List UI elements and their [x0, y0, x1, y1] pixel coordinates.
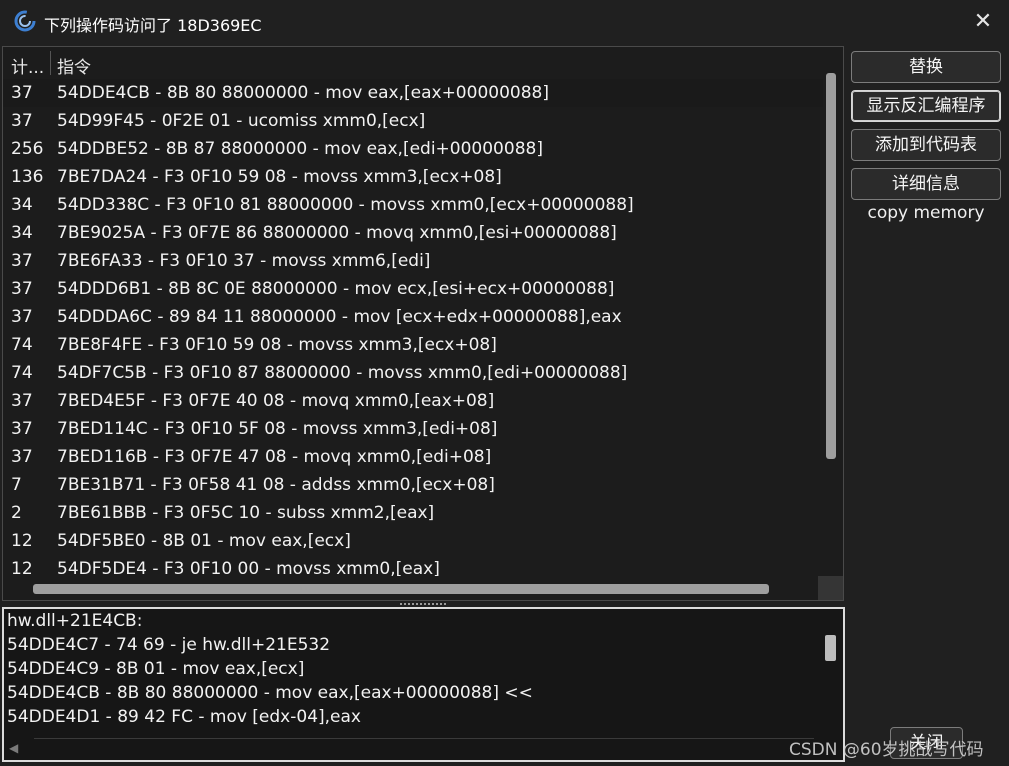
- row-count: 37: [11, 251, 33, 271]
- table-row[interactable]: 256 54DDBE52 - 8B 87 88000000 - mov eax,[…: [3, 135, 823, 163]
- table-row[interactable]: 37 7BE6FA33 - F3 0F10 37 - movss xmm6,[ed…: [3, 247, 823, 275]
- row-instruction: 7BED4E5F - F3 0F7E 40 08 - movq xmm0,[ea…: [57, 391, 495, 411]
- row-count: 74: [11, 363, 33, 383]
- table-row[interactable]: 7 7BE31B71 - F3 0F58 41 08 - addss xmm0,[…: [3, 471, 823, 499]
- disassembly-vertical-scrollbar[interactable]: [825, 635, 836, 661]
- row-count: 2: [11, 503, 22, 523]
- row-count: 37: [11, 391, 33, 411]
- row-instruction: 54D99F45 - 0F2E 01 - ucomiss xmm0,[ecx]: [57, 111, 426, 131]
- list-horizontal-scrollbar[interactable]: [33, 584, 769, 594]
- table-row[interactable]: 136 7BE7DA24 - F3 0F10 59 08 - movss xmm3…: [3, 163, 823, 191]
- row-count: 37: [11, 307, 33, 327]
- row-instruction: 7BED116B - F3 0F7E 47 08 - movq xmm0,[ed…: [57, 447, 492, 467]
- column-header-instruction[interactable]: 指令: [57, 53, 91, 78]
- title-bar: 下列操作码访问了 18D369EC ✕: [0, 0, 1009, 44]
- disassembly-panel[interactable]: hw.dll+21E4CB: 54DDE4C7 - 74 69 - je hw.…: [2, 607, 845, 762]
- row-count: 37: [11, 447, 33, 467]
- table-row[interactable]: 37 54DDD6B1 - 8B 8C 0E 88000000 - mov ecx…: [3, 275, 823, 303]
- row-instruction: 54DF5BE0 - 8B 01 - mov eax,[ecx]: [57, 531, 351, 551]
- row-instruction: 7BED114C - F3 0F10 5F 08 - movss xmm3,[e…: [57, 419, 498, 439]
- cheat-engine-icon: [14, 10, 36, 32]
- row-count: 37: [11, 111, 33, 131]
- show-disassembler-button[interactable]: 显示反汇编程序: [851, 90, 1001, 122]
- table-row[interactable]: 74 7BE8F4FE - F3 0F10 59 08 - movss xmm3,…: [3, 331, 823, 359]
- table-row[interactable]: 37 7BED116B - F3 0F7E 47 08 - movq xmm0,[…: [3, 443, 823, 471]
- accessing-instructions-list[interactable]: 计... 指令 37 54DDE4CB - 8B 80 88000000 - mo…: [2, 46, 844, 601]
- row-instruction: 7BE9025A - F3 0F7E 86 88000000 - movq xm…: [57, 223, 617, 243]
- copy-memory-label: copy memory: [867, 203, 985, 223]
- row-instruction: 7BE6FA33 - F3 0F10 37 - movss xmm6,[edi]: [57, 251, 431, 271]
- table-row[interactable]: 37 7BED4E5F - F3 0F7E 40 08 - movq xmm0,[…: [3, 387, 823, 415]
- row-count: 7: [11, 475, 22, 495]
- list-header: 计... 指令: [3, 47, 843, 79]
- row-instruction: 54DDDA6C - 89 84 11 88000000 - mov [ecx+…: [57, 307, 622, 327]
- disassembly-line: 54DDE4D1 - 89 42 FC - mov [edx-04],eax: [7, 707, 361, 727]
- column-divider[interactable]: [50, 51, 51, 75]
- row-count: 37: [11, 83, 33, 103]
- table-row[interactable]: 74 54DF7C5B - F3 0F10 87 88000000 - movss…: [3, 359, 823, 387]
- list-rows: 37 54DDE4CB - 8B 80 88000000 - mov eax,[e…: [3, 79, 823, 583]
- list-vertical-scrollbar[interactable]: [826, 73, 836, 459]
- table-row[interactable]: 2 7BE61BBB - F3 0F5C 10 - subss xmm2,[eax…: [3, 499, 823, 527]
- close-window-icon[interactable]: ✕: [966, 6, 1000, 38]
- more-info-button[interactable]: 详细信息: [851, 168, 1001, 200]
- row-instruction: 54DDBE52 - 8B 87 88000000 - mov eax,[edi…: [57, 139, 543, 159]
- row-count: 37: [11, 279, 33, 299]
- scroll-left-icon[interactable]: ◀: [9, 741, 18, 755]
- list-horizontal-scrollbar-track[interactable]: [3, 576, 843, 600]
- row-instruction: 7BE7DA24 - F3 0F10 59 08 - movss xmm3,[e…: [57, 167, 502, 187]
- disassembly-line: 54DDE4C7 - 74 69 - je hw.dll+21E532: [7, 635, 331, 655]
- row-instruction: 7BE61BBB - F3 0F5C 10 - subss xmm2,[eax]: [57, 503, 435, 523]
- row-instruction: 54DDE4CB - 8B 80 88000000 - mov eax,[eax…: [57, 83, 549, 103]
- row-count: 74: [11, 335, 33, 355]
- add-to-codelist-button[interactable]: 添加到代码表: [851, 129, 1001, 161]
- table-row[interactable]: 12 54DF5BE0 - 8B 01 - mov eax,[ecx]: [3, 527, 823, 555]
- row-instruction: 54DF7C5B - F3 0F10 87 88000000 - movss x…: [57, 363, 628, 383]
- row-count: 34: [11, 223, 33, 243]
- row-count: 256: [11, 139, 44, 159]
- row-instruction: 7BE8F4FE - F3 0F10 59 08 - movss xmm3,[e…: [57, 335, 497, 355]
- column-header-count[interactable]: 计...: [11, 53, 44, 78]
- row-instruction: 54DD338C - F3 0F10 81 88000000 - movss x…: [57, 195, 634, 215]
- disassembly-line: 54DDE4CB - 8B 80 88000000 - mov eax,[eax…: [7, 683, 533, 703]
- row-count: 136: [11, 167, 44, 187]
- scroll-track-line: [34, 738, 814, 739]
- row-count: 12: [11, 531, 33, 551]
- table-row[interactable]: 34 54DD338C - F3 0F10 81 88000000 - movss…: [3, 191, 823, 219]
- table-row[interactable]: 37 7BED114C - F3 0F10 5F 08 - movss xmm3,…: [3, 415, 823, 443]
- table-row[interactable]: 34 7BE9025A - F3 0F7E 86 88000000 - movq …: [3, 219, 823, 247]
- table-row[interactable]: 37 54DDE4CB - 8B 80 88000000 - mov eax,[e…: [3, 79, 823, 107]
- row-instruction: 7BE31B71 - F3 0F58 41 08 - addss xmm0,[e…: [57, 475, 495, 495]
- row-count: 37: [11, 419, 33, 439]
- row-instruction: 54DDD6B1 - 8B 8C 0E 88000000 - mov ecx,[…: [57, 279, 615, 299]
- replace-button[interactable]: 替换: [851, 51, 1001, 83]
- table-row[interactable]: 37 54DDDA6C - 89 84 11 88000000 - mov [ec…: [3, 303, 823, 331]
- disassembly-line: hw.dll+21E4CB:: [7, 611, 143, 631]
- window-title: 下列操作码访问了 18D369EC: [44, 16, 262, 35]
- scrollbar-corner: [818, 576, 843, 600]
- watermark: CSDN @60岁挑战写代码: [789, 740, 984, 760]
- disassembly-line: 54DDE4C9 - 8B 01 - mov eax,[ecx]: [7, 659, 305, 679]
- table-row[interactable]: 37 54D99F45 - 0F2E 01 - ucomiss xmm0,[ecx…: [3, 107, 823, 135]
- disassembly-horizontal-scrollbar[interactable]: ◀: [4, 737, 819, 759]
- row-count: 34: [11, 195, 33, 215]
